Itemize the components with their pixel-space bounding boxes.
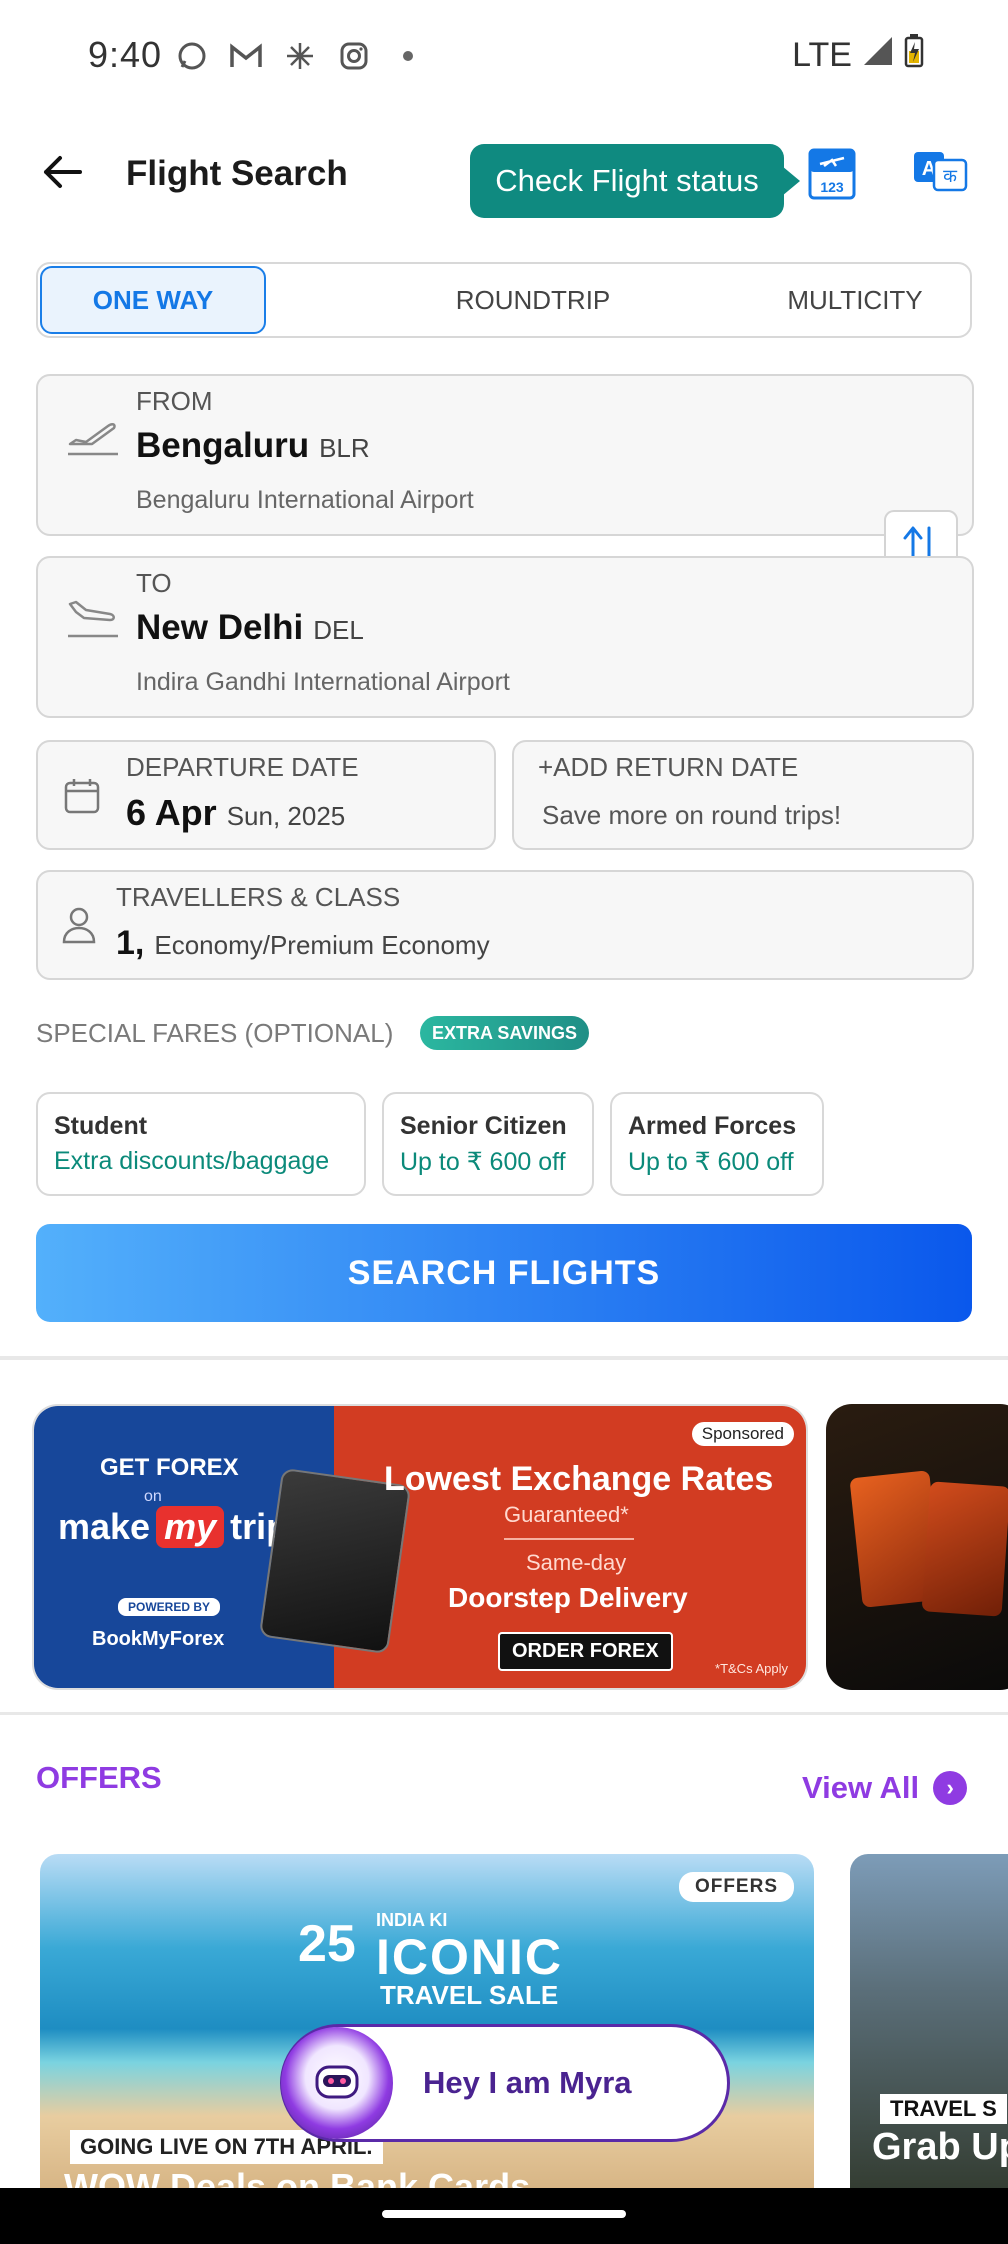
robot-avatar-icon <box>281 2027 393 2139</box>
tagline-main: ICONIC <box>376 1929 563 1985</box>
from-field[interactable]: FROM Bengaluru BLR Bengaluru Internationa… <box>36 374 974 536</box>
return-label: +ADD RETURN DATE <box>538 752 799 782</box>
sparkle-icon <box>282 38 318 74</box>
card-image <box>921 1481 1008 1617</box>
offer-tag: TRAVEL S <box>880 2094 1007 2124</box>
to-field[interactable]: TO New Delhi DEL Indira Gandhi Internatio… <box>36 556 974 718</box>
departure-date: 6 Apr Sun, 2025 <box>126 792 346 833</box>
travellers-value: 1, Economy/Premium Economy <box>116 924 490 962</box>
instagram-icon <box>336 38 372 74</box>
tab-one-way[interactable]: ONE WAY <box>40 266 266 334</box>
guaranteed-text: Guaranteed* <box>504 1502 629 1527</box>
notification-icons <box>174 38 426 74</box>
network-type: LTE <box>792 36 852 74</box>
offers-title: OFFERS <box>36 1760 162 1795</box>
fare-desc: Up to ₹ 600 off <box>628 1148 794 1176</box>
myra-assistant-button[interactable]: Hey I am Myra <box>280 2024 730 2142</box>
forex-ad-banner[interactable]: GET FOREX on make my trip POWERED BY BookM… <box>32 1404 808 1690</box>
travel-class: Economy/Premium Economy <box>154 930 490 960</box>
from-airport: Bengaluru International Airport <box>136 486 474 514</box>
tc-text: *T&Cs Apply <box>715 1661 788 1676</box>
person-icon <box>60 904 98 951</box>
bookmyforex-logo: BookMyForex <box>92 1628 225 1650</box>
anniversary-number: 25 <box>298 1915 356 1973</box>
travellers-class-field[interactable]: TRAVELLERS & CLASS 1, Economy/Premium Eco… <box>36 870 974 980</box>
fare-desc: Extra discounts/baggage <box>54 1147 330 1175</box>
search-flights-button[interactable]: SEARCH FLIGHTS <box>36 1224 972 1322</box>
view-all-label: View All <box>802 1770 920 1805</box>
fare-title: Armed Forces <box>628 1112 797 1140</box>
on-text: on <box>144 1488 162 1505</box>
tab-roundtrip[interactable]: ROUNDTRIP <box>388 264 678 336</box>
from-city: Bengaluru BLR <box>136 426 370 465</box>
credit-card-ad-banner[interactable] <box>826 1404 1008 1690</box>
order-forex-button[interactable]: ORDER FOREX <box>498 1632 673 1671</box>
myra-greeting: Hey I am Myra <box>423 2065 632 2100</box>
fare-student[interactable]: Student Extra discounts/baggage <box>36 1092 366 1196</box>
return-hint: Save more on round trips! <box>542 800 842 830</box>
makemytrip-logo: make my trip <box>58 1506 289 1548</box>
departure-date-field[interactable]: DEPARTURE DATE 6 Apr Sun, 2025 <box>36 740 496 850</box>
offer-headline: Grab Up <box>872 2126 1008 2168</box>
sponsored-badge: Sponsored <box>691 1422 794 1446</box>
offers-badge: OFFERS <box>678 1872 794 1902</box>
fare-senior-citizen[interactable]: Senior Citizen Up to ₹ 600 off <box>382 1092 594 1196</box>
from-label: FROM <box>136 386 213 416</box>
deals-text: WOW Deals on Bank Cards <box>64 2166 531 2190</box>
forex-headline: Lowest Exchange Rates <box>384 1460 774 1498</box>
departure-label: DEPARTURE DATE <box>126 752 359 782</box>
to-city: New Delhi DEL <box>136 608 364 647</box>
view-all-link[interactable]: View All › <box>802 1770 968 1806</box>
fare-title: Senior Citizen <box>400 1112 567 1140</box>
section-divider <box>0 1356 1008 1360</box>
svg-text:क: क <box>943 166 958 187</box>
status-time: 9:40 <box>88 34 163 75</box>
flight-status-icon[interactable]: 123 <box>806 146 858 202</box>
translate-icon[interactable]: Aक <box>912 148 968 194</box>
landing-icon <box>64 586 122 644</box>
tab-multicity[interactable]: MULTICITY <box>738 264 972 336</box>
to-airport: Indira Gandhi International Airport <box>136 668 510 696</box>
battery-icon <box>904 34 924 77</box>
check-flight-status-tooltip[interactable]: Check Flight status <box>470 144 800 218</box>
powered-by-text: POWERED BY <box>118 1598 221 1616</box>
calendar-icon <box>62 776 102 821</box>
doorstep-delivery-text: Doorstep Delivery <box>448 1582 688 1613</box>
divider-line <box>504 1538 634 1540</box>
back-arrow-icon[interactable] <box>40 150 84 194</box>
fare-title: Student <box>54 1112 148 1140</box>
svg-text:123: 123 <box>820 179 844 195</box>
extra-savings-badge: EXTRA SAVINGS <box>420 1016 590 1050</box>
section-divider <box>0 1712 1008 1715</box>
special-fares-title: SPECIAL FARES (OPTIONAL) <box>36 1018 394 1048</box>
dot-icon <box>390 38 426 74</box>
departure-day: Sun, 2025 <box>226 801 346 831</box>
to-code: DEL <box>313 615 364 645</box>
trip-type-tabs: ONE WAY ROUNDTRIP MULTICITY <box>36 262 972 338</box>
gmail-icon <box>228 38 264 74</box>
travellers-label: TRAVELLERS & CLASS <box>116 882 401 912</box>
offer-card-travel[interactable]: TRAVEL S Grab Up <box>850 1854 1008 2190</box>
from-code: BLR <box>319 433 370 463</box>
same-day-text: Same-day <box>526 1550 627 1575</box>
fare-desc: Up to ₹ 600 off <box>400 1148 566 1176</box>
page-title: Flight Search <box>126 154 348 193</box>
return-date-field[interactable]: +ADD RETURN DATE Save more on round trip… <box>512 740 974 850</box>
tagline-sub: TRAVEL SALE <box>380 1980 559 2010</box>
chevron-right-icon: › <box>933 1771 968 1805</box>
signal-icon <box>862 35 894 76</box>
whatsapp-icon <box>174 38 210 74</box>
to-label: TO <box>136 568 172 598</box>
get-forex-text: GET FOREX <box>100 1454 239 1481</box>
fare-armed-forces[interactable]: Armed Forces Up to ₹ 600 off <box>610 1092 824 1196</box>
home-gesture-handle[interactable] <box>382 2210 626 2218</box>
status-right: LTE <box>792 34 924 77</box>
takeoff-icon <box>64 404 122 462</box>
